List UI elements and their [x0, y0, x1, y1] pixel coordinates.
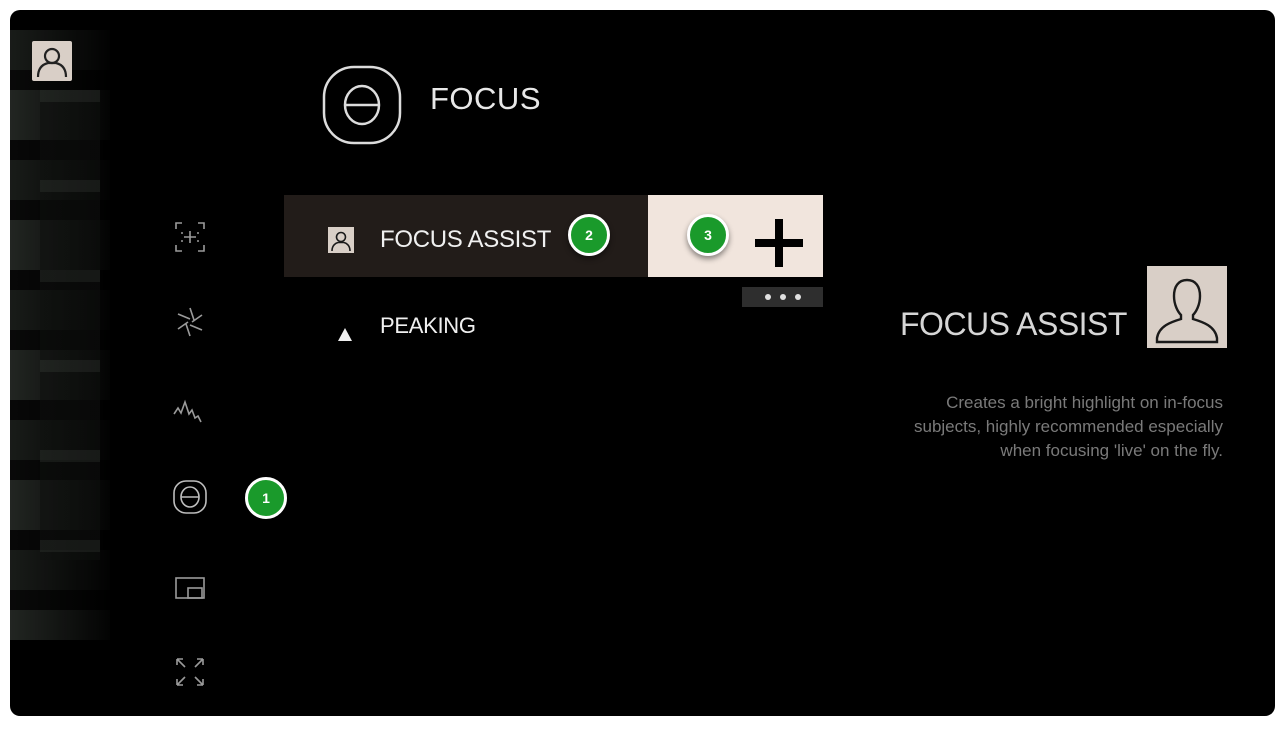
focus-theta-icon: [320, 63, 404, 147]
overlay-window-icon[interactable]: [168, 568, 212, 612]
step-badge-3: 3: [687, 214, 729, 256]
menu-item-peaking[interactable]: PEAKING: [380, 313, 476, 339]
triangle-up-icon: [338, 328, 352, 341]
camera-menu-screen: FOCUS FOCUS ASSIST PEAKING 1 2 3 FOCUS A…: [10, 10, 1275, 716]
page-title: FOCUS: [430, 81, 541, 116]
menu-item-label: FOCUS ASSIST: [380, 226, 552, 253]
waveform-icon[interactable]: [168, 388, 212, 432]
step-badge-2: 2: [568, 214, 610, 256]
more-dots-icon[interactable]: [742, 287, 823, 307]
person-silhouette-icon: [328, 227, 354, 253]
expand-icon[interactable]: [168, 650, 212, 694]
step-badge-1: 1: [245, 477, 287, 519]
live-view-background: [10, 30, 110, 640]
profile-icon[interactable]: [32, 41, 72, 81]
focus-theta-icon[interactable]: [168, 475, 212, 519]
person-silhouette-icon: [1147, 266, 1227, 348]
plus-icon: [755, 219, 803, 267]
focus-frame-icon[interactable]: [168, 215, 212, 259]
detail-description: Creates a bright highlight on in-focus s…: [914, 393, 1223, 460]
detail-title: FOCUS ASSIST: [900, 306, 1127, 342]
aperture-icon[interactable]: [168, 300, 212, 344]
